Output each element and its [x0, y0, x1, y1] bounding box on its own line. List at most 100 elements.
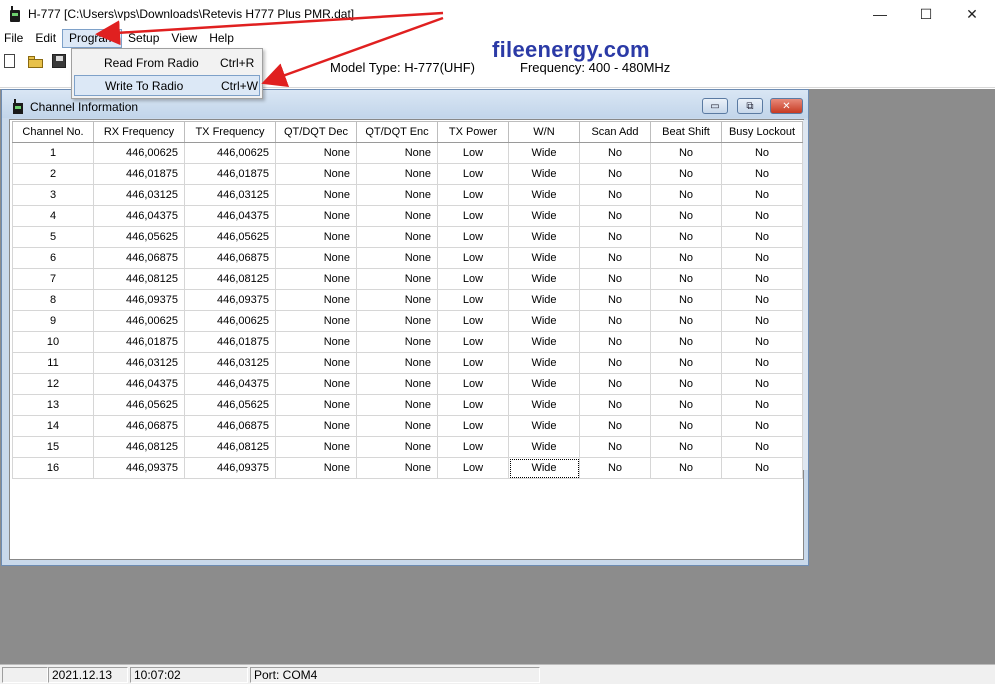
- table-cell[interactable]: No: [721, 331, 803, 353]
- table-cell[interactable]: No: [650, 457, 722, 479]
- table-cell[interactable]: 446,00625: [93, 142, 185, 164]
- table-cell[interactable]: No: [650, 184, 722, 206]
- child-restore-button[interactable]: ⧉: [737, 98, 763, 114]
- table-row[interactable]: 4 446,04375 446,04375 None None Low Wide No No No: [12, 205, 803, 227]
- table-cell[interactable]: Low: [437, 163, 509, 185]
- table-cell[interactable]: Low: [437, 394, 509, 416]
- table-cell[interactable]: No: [579, 289, 651, 311]
- table-cell[interactable]: 7: [12, 268, 94, 290]
- scrollbar-track[interactable]: [803, 120, 808, 470]
- table-cell[interactable]: No: [721, 436, 803, 458]
- table-cell[interactable]: None: [275, 436, 357, 458]
- table-cell[interactable]: Wide: [508, 436, 580, 458]
- table-cell[interactable]: No: [721, 247, 803, 269]
- table-cell[interactable]: Low: [437, 142, 509, 164]
- table-cell[interactable]: 446,06875: [93, 415, 185, 437]
- table-cell[interactable]: Wide: [508, 142, 580, 164]
- table-cell[interactable]: No: [579, 205, 651, 227]
- column-header[interactable]: TX Power: [437, 121, 509, 143]
- table-cell[interactable]: None: [275, 331, 357, 353]
- child-minimize-button[interactable]: ▭: [702, 98, 728, 114]
- table-cell[interactable]: Low: [437, 289, 509, 311]
- table-cell[interactable]: Low: [437, 268, 509, 290]
- table-cell[interactable]: None: [275, 142, 357, 164]
- table-cell[interactable]: No: [721, 268, 803, 290]
- table-cell[interactable]: 15: [12, 436, 94, 458]
- table-cell[interactable]: No: [579, 268, 651, 290]
- table-cell[interactable]: Wide: [508, 331, 580, 353]
- table-cell[interactable]: No: [721, 457, 803, 479]
- table-cell[interactable]: Low: [437, 184, 509, 206]
- column-header[interactable]: RX Frequency: [93, 121, 185, 143]
- table-row[interactable]: 12 446,04375 446,04375 None None Low Wide No No N…: [12, 373, 803, 395]
- table-cell[interactable]: 8: [12, 289, 94, 311]
- table-cell[interactable]: No: [721, 373, 803, 395]
- table-cell[interactable]: None: [275, 310, 357, 332]
- table-cell[interactable]: 446,00625: [184, 142, 276, 164]
- table-cell[interactable]: 446,03125: [93, 352, 185, 374]
- close-button[interactable]: ✕: [949, 0, 995, 28]
- table-cell[interactable]: 446,09375: [184, 289, 276, 311]
- table-cell[interactable]: 11: [12, 352, 94, 374]
- table-cell[interactable]: 446,08125: [184, 268, 276, 290]
- table-cell[interactable]: None: [356, 247, 438, 269]
- table-cell[interactable]: No: [650, 142, 722, 164]
- table-cell[interactable]: No: [650, 268, 722, 290]
- table-cell[interactable]: None: [275, 226, 357, 248]
- table-cell[interactable]: No: [579, 310, 651, 332]
- table-cell[interactable]: None: [356, 289, 438, 311]
- table-cell[interactable]: None: [275, 247, 357, 269]
- table-cell[interactable]: 1: [12, 142, 94, 164]
- open-folder-icon[interactable]: [28, 54, 44, 70]
- table-cell[interactable]: 446,04375: [184, 373, 276, 395]
- table-cell[interactable]: No: [721, 163, 803, 185]
- table-cell[interactable]: Low: [437, 205, 509, 227]
- table-cell[interactable]: 446,01875: [93, 331, 185, 353]
- table-cell[interactable]: No: [579, 352, 651, 374]
- column-header[interactable]: Busy Lockout: [721, 121, 803, 143]
- table-cell[interactable]: None: [356, 331, 438, 353]
- table-cell[interactable]: No: [579, 457, 651, 479]
- menu-edit[interactable]: Edit: [29, 28, 62, 48]
- menu-help[interactable]: Help: [203, 28, 240, 48]
- table-cell[interactable]: No: [721, 142, 803, 164]
- table-cell[interactable]: 446,01875: [184, 331, 276, 353]
- table-cell[interactable]: None: [275, 352, 357, 374]
- table-cell[interactable]: None: [356, 268, 438, 290]
- menu-program[interactable]: Program: [62, 28, 123, 48]
- table-cell[interactable]: 446,00625: [93, 310, 185, 332]
- table-cell[interactable]: 446,05625: [184, 226, 276, 248]
- table-cell[interactable]: No: [579, 394, 651, 416]
- menu-write-to-radio[interactable]: Write To Radio Ctrl+W: [74, 75, 260, 96]
- table-cell[interactable]: Low: [437, 247, 509, 269]
- table-cell[interactable]: Wide: [508, 289, 580, 311]
- table-cell[interactable]: No: [721, 184, 803, 206]
- table-cell[interactable]: 446,08125: [93, 268, 185, 290]
- table-cell[interactable]: 446,06875: [93, 247, 185, 269]
- table-cell[interactable]: None: [275, 163, 357, 185]
- table-cell[interactable]: None: [356, 205, 438, 227]
- table-cell[interactable]: None: [275, 268, 357, 290]
- column-header[interactable]: TX Frequency: [184, 121, 276, 143]
- table-row[interactable]: 6 446,06875 446,06875 None None Low Wide No No No: [12, 247, 803, 269]
- table-cell[interactable]: None: [356, 373, 438, 395]
- table-cell[interactable]: Wide: [508, 457, 580, 479]
- table-cell[interactable]: Low: [437, 436, 509, 458]
- table-row[interactable]: 14 446,06875 446,06875 None None Low Wide No No N…: [12, 415, 803, 437]
- table-cell[interactable]: No: [650, 331, 722, 353]
- table-cell[interactable]: None: [275, 415, 357, 437]
- table-cell[interactable]: No: [650, 247, 722, 269]
- table-cell[interactable]: None: [356, 457, 438, 479]
- table-cell[interactable]: 446,03125: [184, 184, 276, 206]
- column-header[interactable]: QT/DQT Dec: [275, 121, 357, 143]
- table-cell[interactable]: 12: [12, 373, 94, 395]
- table-cell[interactable]: 2: [12, 163, 94, 185]
- table-row[interactable]: 2 446,01875 446,01875 None None Low Wide No No No: [12, 163, 803, 185]
- table-cell[interactable]: No: [579, 247, 651, 269]
- table-cell[interactable]: None: [275, 373, 357, 395]
- table-cell[interactable]: No: [721, 226, 803, 248]
- table-row[interactable]: 15 446,08125 446,08125 None None Low Wide No No N…: [12, 436, 803, 458]
- table-cell[interactable]: 10: [12, 331, 94, 353]
- table-cell[interactable]: None: [275, 394, 357, 416]
- table-cell[interactable]: No: [650, 436, 722, 458]
